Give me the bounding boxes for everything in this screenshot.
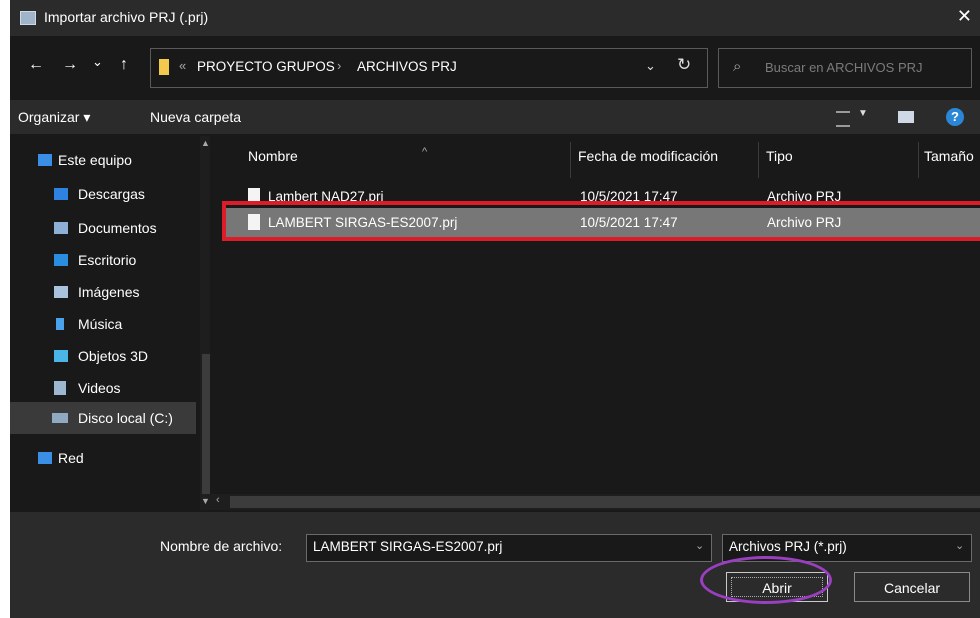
navigation-scrollbar-thumb[interactable] — [202, 354, 210, 494]
change-view-icon[interactable] — [836, 111, 850, 127]
preview-pane-icon[interactable] — [898, 111, 914, 123]
documents-icon — [54, 222, 68, 234]
download-icon — [54, 188, 68, 200]
forward-arrow-icon[interactable]: → — [62, 56, 78, 74]
breadcrumb-overflow-icon[interactable]: « — [179, 58, 186, 73]
column-divider[interactable] — [918, 142, 919, 178]
sidebar-item-label: Este equipo — [58, 152, 132, 168]
address-row: ← → ⌄ ↑ « PROYECTO GRUPOS › ARCHIVOS PRJ… — [10, 36, 980, 98]
computer-icon — [38, 154, 52, 166]
close-icon[interactable]: ✕ — [957, 6, 972, 27]
column-divider[interactable] — [570, 142, 571, 178]
column-header-tipo[interactable]: Tipo — [766, 148, 793, 164]
window-title: Importar archivo PRJ (.prj) — [44, 9, 209, 25]
sidebar-item-label: Escritorio — [78, 252, 137, 268]
sidebar-item-label: Documentos — [78, 220, 157, 236]
filetype-dropdown-icon[interactable]: ⌄ — [955, 539, 964, 552]
sort-ascending-icon: ^ — [422, 146, 428, 158]
navigation-pane: Este equipo Descargas Documentos Escrito… — [10, 136, 210, 510]
breadcrumb-archivos-prj[interactable]: ARCHIVOS PRJ — [357, 59, 457, 74]
objects3d-icon — [54, 350, 68, 362]
organize-button[interactable]: Organizar ▾ — [18, 109, 90, 126]
breadcrumb-separator-icon[interactable]: › — [337, 58, 341, 73]
column-divider[interactable] — [758, 142, 759, 178]
filename-field[interactable]: LAMBERT SIRGAS-ES2007.prj ⌄ — [306, 534, 712, 562]
sidebar-item-label: Descargas — [78, 186, 145, 202]
sidebar-item-disco-local[interactable]: Disco local (C:) — [10, 402, 196, 434]
cancel-button[interactable]: Cancelar — [854, 572, 970, 602]
sidebar-item-musica[interactable]: Música — [10, 308, 196, 340]
sidebar-item-documentos[interactable]: Documentos — [10, 212, 196, 244]
up-arrow-icon[interactable]: ↑ — [120, 56, 128, 74]
network-icon — [38, 452, 52, 464]
pictures-icon — [54, 286, 68, 298]
file-open-dialog: Importar archivo PRJ (.prj) ✕ ← → ⌄ ↑ « … — [10, 0, 980, 618]
column-header-label: Nombre — [248, 148, 298, 164]
search-placeholder: Buscar en ARCHIVOS PRJ — [765, 60, 923, 75]
sidebar-item-label: Música — [78, 316, 123, 332]
address-bar[interactable]: « PROYECTO GRUPOS › ARCHIVOS PRJ ⌄ ↻ — [150, 48, 708, 88]
refresh-icon[interactable]: ↻ — [677, 55, 691, 75]
open-button-highlight-ellipse — [700, 556, 832, 604]
horizontal-scrollbar[interactable]: ‹ — [210, 494, 980, 510]
cancel-button-label: Cancelar — [883, 580, 941, 596]
column-header-nombre[interactable]: Nombre ^ — [248, 146, 427, 164]
sidebar-item-este-equipo[interactable]: Este equipo — [10, 144, 196, 176]
filetype-value: Archivos PRJ (*.prj) — [729, 539, 847, 554]
music-icon — [56, 318, 64, 330]
scroll-left-icon[interactable]: ‹ — [216, 494, 220, 506]
filename-dropdown-icon[interactable]: ⌄ — [695, 539, 704, 552]
app-icon — [20, 11, 36, 25]
sidebar-item-objetos-3d[interactable]: Objetos 3D — [10, 340, 196, 372]
sidebar-item-imagenes[interactable]: Imágenes — [10, 276, 196, 308]
sidebar-item-label: Red — [58, 450, 84, 466]
dialog-footer: Nombre de archivo: LAMBERT SIRGAS-ES2007… — [10, 512, 980, 618]
search-input[interactable]: ⌕ Buscar en ARCHIVOS PRJ — [718, 48, 972, 88]
search-icon: ⌕ — [733, 58, 742, 75]
sidebar-item-videos[interactable]: Videos — [10, 372, 196, 404]
horizontal-scrollbar-thumb[interactable] — [230, 496, 980, 508]
folder-icon — [159, 59, 169, 75]
column-header-fecha[interactable]: Fecha de modificación — [578, 148, 718, 164]
sidebar-item-descargas[interactable]: Descargas — [10, 178, 196, 210]
help-icon[interactable]: ? — [946, 108, 964, 126]
sidebar-item-label: Disco local (C:) — [78, 410, 173, 426]
sidebar-item-label: Videos — [78, 380, 121, 396]
file-list: Nombre ^ Fecha de modificación Tipo Tama… — [210, 136, 980, 510]
selection-highlight-box — [222, 201, 980, 241]
sidebar-item-label: Objetos 3D — [78, 348, 149, 364]
new-folder-button[interactable]: Nueva carpeta — [150, 109, 241, 125]
drive-icon — [52, 413, 68, 423]
title-bar: Importar archivo PRJ (.prj) ✕ — [10, 0, 980, 36]
address-dropdown-icon[interactable]: ⌄ — [645, 58, 656, 74]
sidebar-item-red[interactable]: Red — [10, 442, 196, 474]
recent-locations-chevron-icon[interactable]: ⌄ — [92, 54, 103, 70]
filename-label: Nombre de archivo: — [160, 538, 283, 554]
sidebar-item-escritorio[interactable]: Escritorio — [10, 244, 196, 276]
desktop-icon — [54, 254, 68, 266]
sidebar-item-label: Imágenes — [78, 284, 140, 300]
scroll-down-icon[interactable]: ▼ — [201, 496, 210, 506]
breadcrumb-proyecto-grupos[interactable]: PROYECTO GRUPOS — [197, 59, 335, 74]
back-arrow-icon[interactable]: ← — [28, 56, 44, 74]
column-header-tamano[interactable]: Tamaño — [924, 148, 974, 164]
filename-value: LAMBERT SIRGAS-ES2007.prj — [313, 539, 503, 554]
command-bar: Organizar ▾ Nueva carpeta ▼ ? — [10, 100, 980, 134]
view-options-dropdown-icon[interactable]: ▼ — [858, 108, 868, 119]
videos-icon — [54, 381, 66, 395]
scroll-up-icon[interactable]: ▲ — [201, 138, 210, 148]
